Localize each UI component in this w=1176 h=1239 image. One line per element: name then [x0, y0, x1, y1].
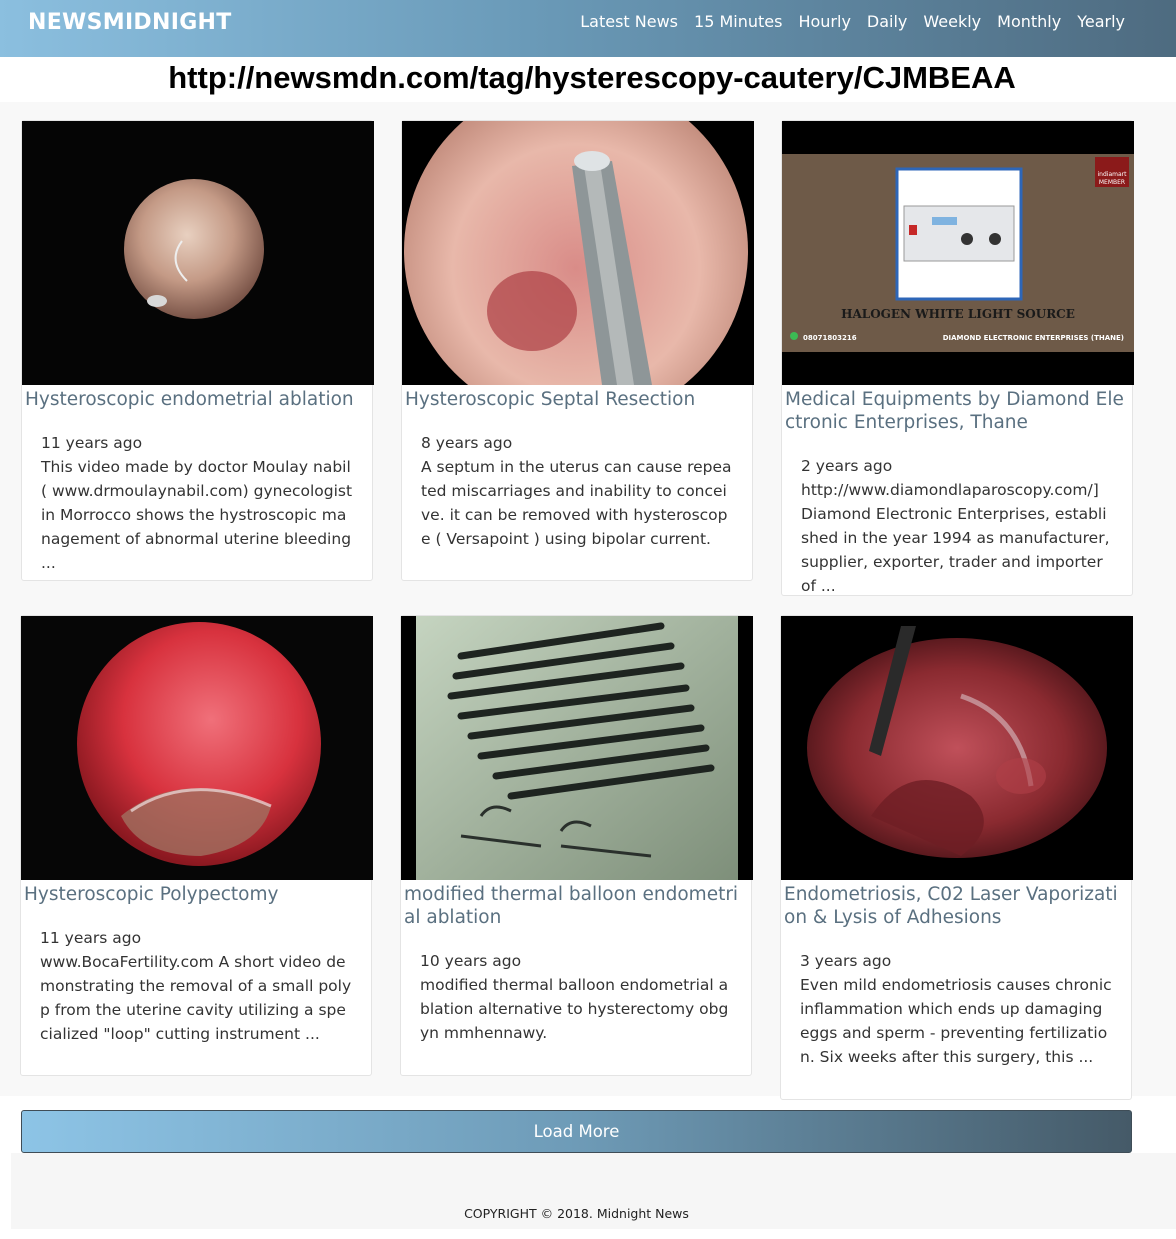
- video-card: modified thermal balloon endometrial abl…: [400, 615, 753, 1076]
- card-title-link[interactable]: Medical Equipments by Diamond Electronic…: [785, 388, 1129, 434]
- nav-daily[interactable]: Daily: [867, 12, 907, 31]
- video-card: Hysteroscopic Septal Resection 8 years a…: [401, 120, 754, 581]
- card-date: 2 years ago: [801, 457, 893, 475]
- light-source-product-image: indiamart MEMBER HALOGEN WHITE LIGHT SOU…: [782, 121, 1134, 385]
- video-card: indiamart MEMBER HALOGEN WHITE LIGHT SOU…: [781, 120, 1134, 596]
- card-date: 10 years ago: [420, 952, 522, 970]
- laparoscopy-image: [781, 616, 1133, 880]
- card-body: 2 years ago http://www.diamondlaparoscop…: [782, 434, 1132, 618]
- nav-15-minutes[interactable]: 15 Minutes: [694, 12, 782, 31]
- card-body: 8 years ago A septum in the uterus can c…: [402, 411, 752, 571]
- card-body: 3 years ago Even mild endometriosis caus…: [781, 929, 1131, 1089]
- nav-latest-news[interactable]: Latest News: [580, 12, 678, 31]
- card-description: http://www.diamondlaparoscopy.com/] Diam…: [801, 481, 1110, 595]
- card-title-link[interactable]: modified thermal balloon endometrial abl…: [404, 883, 748, 929]
- card-description: Even mild endometriosis causes chronic i…: [800, 976, 1112, 1066]
- load-more-button[interactable]: Load More: [21, 1110, 1132, 1153]
- polypectomy-image: [21, 616, 373, 880]
- video-thumbnail[interactable]: [22, 121, 374, 385]
- card-description: This video made by doctor Moulay nabil( …: [41, 458, 353, 572]
- nav-weekly[interactable]: Weekly: [923, 12, 981, 31]
- product-name-text: HALOGEN WHITE LIGHT SOURCE: [841, 307, 1075, 321]
- card-date: 11 years ago: [41, 434, 143, 452]
- card-date: 8 years ago: [421, 434, 513, 452]
- video-thumbnail[interactable]: [21, 616, 373, 880]
- nav-hourly[interactable]: Hourly: [798, 12, 850, 31]
- video-thumbnail[interactable]: [781, 616, 1133, 880]
- card-title-link[interactable]: Hysteroscopic Polypectomy: [24, 883, 368, 906]
- indiamart-badge-text: indiamart: [1098, 171, 1128, 178]
- card-title-link[interactable]: Hysteroscopic Septal Resection: [405, 388, 749, 411]
- video-thumbnail[interactable]: indiamart MEMBER HALOGEN WHITE LIGHT SOU…: [782, 121, 1134, 385]
- hysteroscopy-image: [22, 121, 374, 385]
- brand-logo[interactable]: NEWSMIDNIGHT: [28, 10, 232, 35]
- video-thumbnail[interactable]: [402, 121, 754, 385]
- card-title-link[interactable]: Endometriosis, C02 Laser Vaporization & …: [784, 883, 1128, 929]
- card-title-link[interactable]: Hysteroscopic endometrial ablation: [25, 388, 369, 411]
- video-thumbnail[interactable]: [401, 616, 753, 880]
- card-date: 11 years ago: [40, 929, 142, 947]
- card-date: 3 years ago: [800, 952, 892, 970]
- card-description: modified thermal balloon endometrial abl…: [420, 976, 729, 1042]
- main-nav: Latest News 15 Minutes Hourly Daily Week…: [580, 12, 1125, 31]
- company-text: DIAMOND ELECTRONIC ENTERPRISES (THANE): [943, 334, 1124, 342]
- card-body: 11 years ago www.BocaFertility.com A sho…: [21, 906, 371, 1066]
- page-url-heading: http://newsmdn.com/tag/hysterescopy-caut…: [168, 60, 1016, 95]
- top-navbar: NEWSMIDNIGHT Latest News 15 Minutes Hour…: [0, 0, 1176, 57]
- surgical-instruments-image: [401, 616, 753, 880]
- video-card: Hysteroscopic endometrial ablation 11 ye…: [21, 120, 374, 581]
- card-description: A septum in the uterus can cause repeate…: [421, 458, 732, 548]
- member-badge-text: MEMBER: [1099, 179, 1125, 186]
- video-card: Endometriosis, C02 Laser Vaporization & …: [780, 615, 1133, 1100]
- copyright-text: COPYRIGHT © 2018. Midnight News: [464, 1206, 689, 1221]
- phone-text: 08071803216: [803, 334, 857, 342]
- nav-monthly[interactable]: Monthly: [997, 12, 1061, 31]
- card-body: 10 years ago modified thermal balloon en…: [401, 929, 751, 1065]
- video-card: Hysteroscopic Polypectomy 11 years ago w…: [20, 615, 373, 1076]
- septum-resection-image: [402, 121, 754, 385]
- card-body: 11 years ago This video made by doctor M…: [22, 411, 372, 595]
- nav-yearly[interactable]: Yearly: [1077, 12, 1125, 31]
- card-description: www.BocaFertility.com A short video demo…: [40, 953, 352, 1043]
